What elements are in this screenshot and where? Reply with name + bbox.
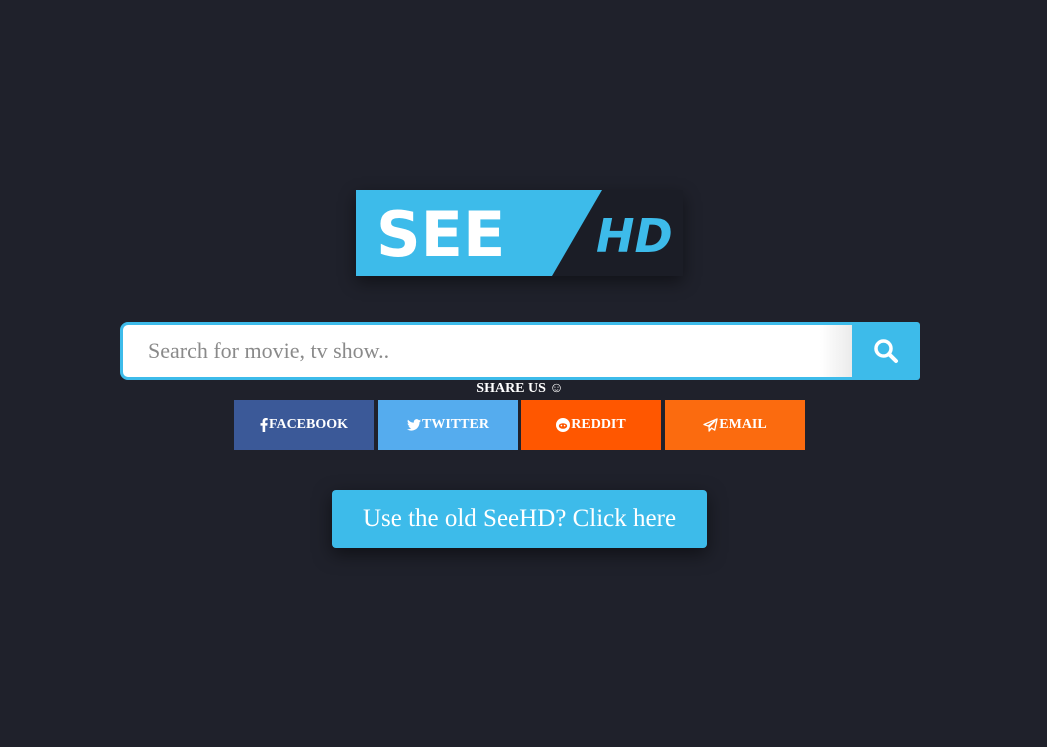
share-email-button[interactable]: EMAIL [665,400,805,450]
share-reddit-button[interactable]: REDDIT [521,400,661,450]
old-seehd-button[interactable]: Use the old SeeHD? Click here [332,490,707,548]
facebook-icon [260,418,268,432]
logo-text-hd: HD [596,209,673,263]
share-twitter-label: TWITTER [422,417,489,432]
page: SEE HD SHARE US ☺ FACEBOOK [0,0,1047,747]
share-reddit-label: REDDIT [571,417,626,432]
paper-plane-icon [703,418,718,432]
search-bar [120,322,920,380]
logo-graphic: SEE HD [356,190,683,276]
share-facebook-label: FACEBOOK [268,417,349,432]
search-icon [874,339,898,363]
logo-text-see: SEE [376,198,505,271]
share-facebook-button[interactable]: FACEBOOK [234,400,374,450]
reddit-icon [556,418,571,432]
twitter-icon [407,419,422,431]
search-button[interactable] [852,322,920,380]
share-twitter-button[interactable]: TWITTER [378,400,518,450]
seehd-logo[interactable]: SEE HD [356,190,683,276]
share-title: SHARE US ☺ [476,381,564,396]
share-email-label: EMAIL [719,417,767,432]
search-input[interactable] [120,322,866,380]
